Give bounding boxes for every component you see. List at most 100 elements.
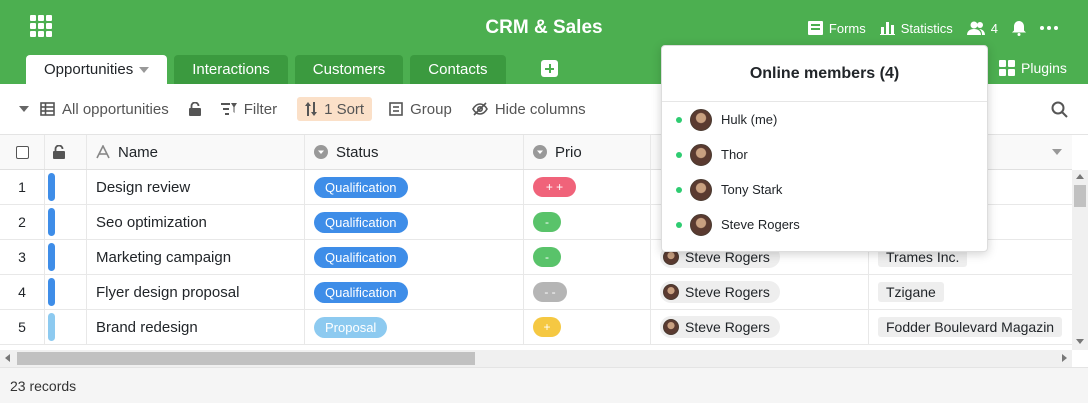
- plugins-icon: [999, 60, 1015, 76]
- member-item[interactable]: Hulk (me): [662, 102, 987, 137]
- table-icon: [40, 102, 55, 116]
- tab-customers[interactable]: Customers: [294, 55, 404, 84]
- lock-column-cell: [45, 135, 87, 169]
- record-count: 23 records: [10, 377, 77, 394]
- owner-cell[interactable]: Steve Rogers: [651, 310, 869, 344]
- search-icon[interactable]: [1051, 101, 1068, 122]
- view-lock-button[interactable]: [188, 97, 201, 121]
- text-type-icon: [96, 145, 110, 159]
- company-cell[interactable]: Fodder Boulevard Magazin: [869, 310, 1072, 344]
- table-row[interactable]: 4 Flyer design proposal Qualification - …: [0, 275, 1072, 310]
- tab-contacts[interactable]: Contacts: [410, 55, 506, 84]
- prio-cell[interactable]: - -: [524, 275, 651, 309]
- column-label: Status: [336, 143, 379, 161]
- group-button[interactable]: Group: [389, 97, 452, 121]
- filter-label: Filter: [243, 100, 278, 118]
- scroll-down-icon[interactable]: [1076, 339, 1084, 344]
- sort-button[interactable]: 1 Sort: [297, 97, 373, 121]
- prio-cell[interactable]: +: [524, 310, 651, 344]
- add-table-icon[interactable]: [541, 60, 558, 77]
- statistics-label: Statistics: [900, 20, 953, 36]
- online-status-dot: [676, 151, 682, 158]
- row-index: 3: [0, 240, 45, 274]
- name-cell[interactable]: Flyer design proposal: [87, 275, 305, 309]
- company-tag: Tzigane: [878, 282, 944, 302]
- eye-slash-icon: [471, 102, 488, 116]
- prio-cell[interactable]: -: [524, 205, 651, 239]
- prio-cell[interactable]: + +: [524, 170, 651, 204]
- tab-label: Customers: [312, 61, 386, 78]
- status-badge: Qualification: [314, 176, 408, 198]
- scrollbar-thumb[interactable]: [17, 352, 475, 365]
- name-cell[interactable]: Seo optimization: [87, 205, 305, 239]
- status-bar: 23 records: [0, 367, 1088, 403]
- hide-columns-button[interactable]: Hide columns: [471, 97, 586, 121]
- status-cell[interactable]: Qualification: [305, 170, 524, 204]
- chevron-down-icon[interactable]: [139, 66, 150, 73]
- chevron-down-icon[interactable]: [1052, 149, 1062, 155]
- prio-badge: + +: [533, 177, 576, 197]
- column-label: Name: [118, 143, 159, 161]
- popover-title: Online members (4): [662, 46, 987, 102]
- notifications-button[interactable]: [1012, 20, 1026, 36]
- more-options-icon[interactable]: [1040, 26, 1058, 30]
- scroll-left-icon[interactable]: [5, 354, 10, 362]
- view-selector[interactable]: All opportunities: [19, 97, 169, 121]
- table-tabs: Opportunities Interactions Customers Con…: [26, 55, 513, 84]
- company-cell[interactable]: Tzigane: [869, 275, 1072, 309]
- prio-cell[interactable]: -: [524, 240, 651, 274]
- scrollbar-thumb[interactable]: [1074, 185, 1086, 207]
- name-cell[interactable]: Brand redesign: [87, 310, 305, 344]
- prio-badge: -: [533, 247, 561, 267]
- avatar: [690, 143, 712, 166]
- collaborator-name: Steve Rogers: [685, 319, 770, 335]
- scroll-right-icon[interactable]: [1062, 354, 1067, 362]
- tab-label: Opportunities: [44, 61, 134, 78]
- group-label: Group: [410, 100, 452, 118]
- owner-cell[interactable]: Steve Rogers: [651, 275, 869, 309]
- member-item[interactable]: Steve Rogers: [662, 207, 987, 242]
- row-color-bar: [48, 278, 55, 306]
- avatar: [690, 178, 712, 201]
- select-all-cell: [0, 135, 45, 169]
- column-header-name[interactable]: Name: [87, 135, 305, 169]
- status-cell[interactable]: Qualification: [305, 275, 524, 309]
- lock-icon: [188, 102, 201, 116]
- status-cell[interactable]: Qualification: [305, 205, 524, 239]
- lock-icon[interactable]: [53, 145, 65, 159]
- group-icon: [389, 102, 403, 116]
- online-status-dot: [676, 221, 682, 228]
- avatar: [690, 213, 712, 236]
- row-index: 2: [0, 205, 45, 239]
- horizontal-scrollbar[interactable]: [0, 350, 1072, 367]
- statistics-button[interactable]: Statistics: [879, 20, 953, 36]
- members-icon: [966, 21, 985, 35]
- scroll-up-icon[interactable]: [1076, 174, 1084, 179]
- vertical-scrollbar[interactable]: [1072, 170, 1088, 350]
- select-all-checkbox[interactable]: [15, 145, 29, 159]
- plugins-label: Plugins: [1021, 60, 1067, 76]
- sort-label: 1 Sort: [324, 100, 365, 118]
- tab-opportunities[interactable]: Opportunities: [26, 55, 168, 84]
- status-cell[interactable]: Proposal: [305, 310, 524, 344]
- name-cell[interactable]: Design review: [87, 170, 305, 204]
- member-name: Tony Stark: [721, 182, 783, 197]
- column-header-status[interactable]: Status: [305, 135, 524, 169]
- chevron-down-icon: [19, 106, 29, 112]
- bell-icon: [1012, 20, 1026, 36]
- online-status-dot: [676, 116, 682, 123]
- online-members-button[interactable]: 4: [966, 21, 998, 36]
- status-cell[interactable]: Qualification: [305, 240, 524, 274]
- forms-button[interactable]: Forms: [807, 21, 866, 36]
- member-item[interactable]: Tony Stark: [662, 172, 987, 207]
- tab-interactions[interactable]: Interactions: [174, 55, 288, 84]
- column-header-prio[interactable]: Prio: [524, 135, 651, 169]
- collaborator-name: Steve Rogers: [685, 284, 770, 300]
- tab-label: Interactions: [192, 61, 270, 78]
- table-row[interactable]: 5 Brand redesign Proposal + Steve Rogers…: [0, 310, 1072, 345]
- member-item[interactable]: Thor: [662, 137, 987, 172]
- prio-badge: - -: [533, 282, 567, 302]
- plugins-button[interactable]: Plugins: [999, 60, 1067, 76]
- name-cell[interactable]: Marketing campaign: [87, 240, 305, 274]
- filter-button[interactable]: Filter: [220, 97, 278, 121]
